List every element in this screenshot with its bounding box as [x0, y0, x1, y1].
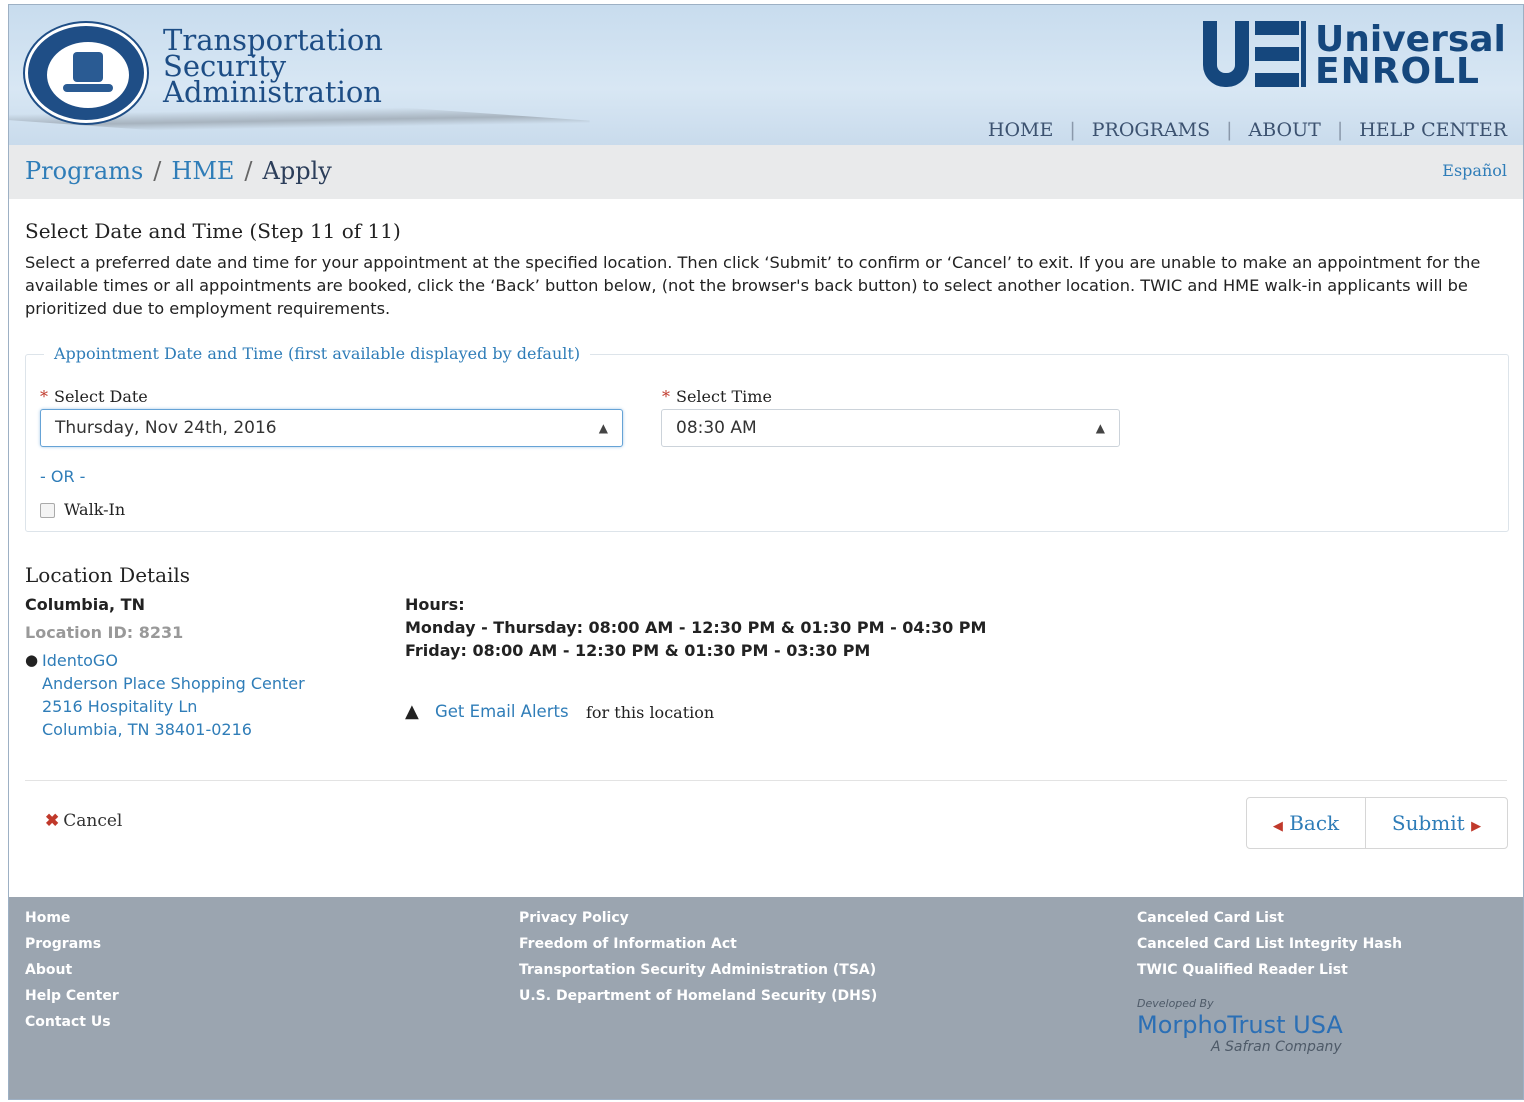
page-title: Select Date and Time (Step 11 of 11) — [25, 219, 401, 243]
footer-link-programs[interactable]: Programs — [25, 931, 119, 957]
caret-left-icon: ◀ — [1272, 819, 1283, 834]
select-time-label-text: Select Time — [676, 387, 772, 406]
nav-separator: | — [1069, 119, 1076, 141]
submit-button[interactable]: Submit ▶ — [1366, 798, 1507, 848]
hours-weekday: Monday - Thursday: 08:00 AM - 12:30 PM &… — [405, 618, 987, 637]
location-id: Location ID: 8231 — [25, 623, 184, 642]
divider — [25, 780, 1507, 781]
nav-programs[interactable]: PROGRAMS — [1092, 119, 1210, 141]
footer-link-about[interactable]: About — [25, 957, 119, 983]
cancel-button[interactable]: ✖ Cancel — [45, 811, 122, 831]
submit-label: Submit — [1391, 811, 1465, 835]
footer-column-policy: Privacy Policy Freedom of Information Ac… — [519, 905, 877, 1009]
date-select-value: Thursday, Nov 24th, 2016 — [55, 418, 277, 438]
hours-friday: Friday: 08:00 AM - 12:30 PM & 01:30 PM -… — [405, 641, 871, 660]
location-details-heading: Location Details — [25, 563, 191, 587]
language-link[interactable]: Español — [1442, 161, 1507, 180]
tsa-logo-text[interactable]: Transportation Security Administration — [163, 26, 383, 109]
select-time-label: * Select Time — [662, 387, 772, 406]
footer-link-foia[interactable]: Freedom of Information Act — [519, 931, 877, 957]
developed-by-label: Developed By — [1137, 997, 1214, 1010]
agency-line-3: Administration — [163, 75, 382, 109]
email-alerts-link[interactable]: Get Email Alerts — [435, 702, 569, 721]
footer-link-help-center[interactable]: Help Center — [25, 983, 119, 1009]
navigation-button-group: ◀ Back Submit ▶ — [1246, 797, 1508, 849]
developer-tagline: A Safran Company — [1211, 1039, 1342, 1055]
walk-in-label[interactable]: Walk-In — [64, 500, 125, 519]
required-marker: * — [40, 387, 48, 406]
dhs-seal-logo — [25, 23, 147, 123]
location-city: Columbia, TN — [25, 595, 145, 614]
select-arrows-icon: ▲︎ — [598, 421, 608, 435]
breadcrumb-current: Apply — [262, 157, 332, 185]
time-select[interactable]: 08:30 AM ▲︎ — [661, 409, 1120, 447]
footer-link-home[interactable]: Home — [25, 905, 119, 931]
appointment-fieldset: Appointment Date and Time (first availab… — [25, 344, 1509, 532]
nav-about[interactable]: ABOUT — [1249, 119, 1321, 141]
or-divider-text: - OR - — [40, 467, 86, 486]
provider-link[interactable]: IdentoGO — [42, 651, 118, 670]
breadcrumb-separator: / — [153, 157, 162, 185]
close-icon: ✖ — [45, 811, 60, 831]
fieldset-legend: Appointment Date and Time (first availab… — [44, 344, 591, 363]
warning-icon: ▲ — [405, 701, 419, 722]
breadcrumb-hme[interactable]: HME — [171, 157, 234, 185]
nav-home[interactable]: HOME — [988, 119, 1053, 141]
breadcrumb-separator: / — [244, 157, 253, 185]
map-pin-icon: ● — [25, 651, 39, 669]
footer-link-privacy-policy[interactable]: Privacy Policy — [519, 905, 877, 931]
footer-column-cards: Canceled Card List Canceled Card List In… — [1137, 905, 1402, 983]
back-button[interactable]: ◀ Back — [1247, 798, 1366, 848]
nav-separator: | — [1226, 119, 1233, 141]
hours-heading: Hours: — [405, 595, 465, 614]
select-date-label-text: Select Date — [54, 387, 148, 406]
breadcrumb: Programs / HME / Apply — [25, 157, 332, 185]
email-alerts-suffix: for this location — [586, 703, 715, 722]
top-navigation: HOME | PROGRAMS | ABOUT | HELP CENTER — [988, 119, 1507, 141]
cancel-label: Cancel — [63, 811, 123, 831]
address-line-1[interactable]: Anderson Place Shopping Center — [42, 674, 305, 693]
developer-logo[interactable]: MorphoTrust USA — [1137, 1011, 1343, 1039]
nav-separator: | — [1336, 119, 1344, 141]
select-arrows-icon: ▲︎ — [1095, 421, 1105, 435]
brand-line-2: ENROLL — [1315, 51, 1480, 92]
nav-help-center[interactable]: HELP CENTER — [1359, 119, 1507, 141]
select-date-label: * Select Date — [40, 387, 148, 406]
caret-right-icon: ▶ — [1471, 819, 1482, 834]
instructions-text: Select a preferred date and time for you… — [25, 253, 1481, 318]
footer-link-canceled-card-list[interactable]: Canceled Card List — [1137, 905, 1402, 931]
universal-enroll-logo-mark[interactable] — [1203, 21, 1306, 87]
footer-column-site: Home Programs About Help Center Contact … — [25, 905, 119, 1035]
site-header: Transportation Security Administration U… — [9, 5, 1523, 145]
required-marker: * — [662, 387, 670, 406]
footer-link-dhs[interactable]: U.S. Department of Homeland Security (DH… — [519, 983, 877, 1009]
walk-in-checkbox[interactable] — [40, 503, 55, 518]
page-frame: Transportation Security Administration U… — [8, 4, 1524, 1100]
footer-link-twic-reader-list[interactable]: TWIC Qualified Reader List — [1137, 957, 1402, 983]
address-line-3[interactable]: Columbia, TN 38401-0216 — [42, 720, 252, 739]
back-label: Back — [1289, 811, 1340, 835]
breadcrumb-bar: Programs / HME / Apply Español — [9, 145, 1523, 199]
date-select[interactable]: Thursday, Nov 24th, 2016 ▲︎ — [40, 409, 623, 447]
footer-link-tsa[interactable]: Transportation Security Administration (… — [519, 957, 877, 983]
site-footer: Home Programs About Help Center Contact … — [9, 897, 1523, 1099]
breadcrumb-programs[interactable]: Programs — [25, 157, 143, 185]
address-line-2[interactable]: 2516 Hospitality Ln — [42, 697, 197, 716]
time-select-value: 08:30 AM — [676, 418, 757, 438]
footer-link-integrity-hash[interactable]: Canceled Card List Integrity Hash — [1137, 931, 1402, 957]
footer-link-contact-us[interactable]: Contact Us — [25, 1009, 119, 1035]
